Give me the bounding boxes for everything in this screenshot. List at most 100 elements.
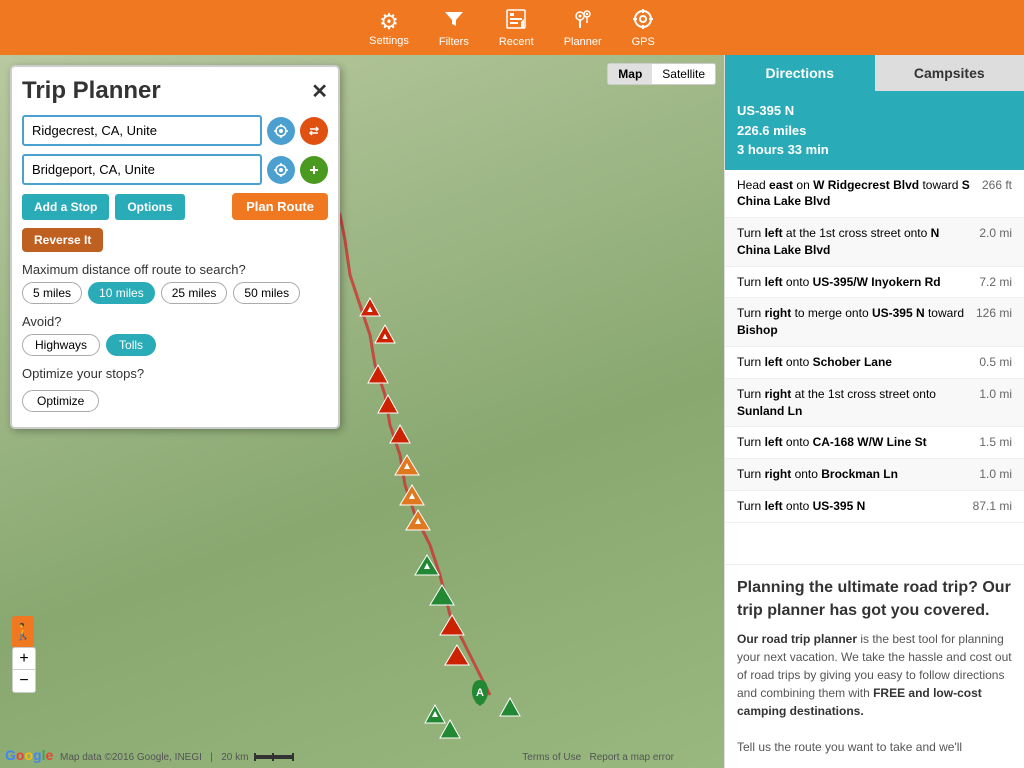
direction-text: Turn right onto Brockman Ln xyxy=(737,466,971,483)
street-view-btn[interactable]: 🚶 xyxy=(12,616,34,648)
route-distance: 226.6 miles xyxy=(737,121,1012,141)
planner-label: Planner xyxy=(564,36,602,48)
map-toggle-btn[interactable]: Map xyxy=(608,64,652,84)
dist-50mi-btn[interactable]: 50 miles xyxy=(233,282,300,304)
reverse-btn[interactable]: Reverse It xyxy=(22,228,103,252)
direction-row: Head east on W Ridgecrest Blvd toward S … xyxy=(725,170,1024,219)
tab-directions[interactable]: Directions xyxy=(725,55,875,91)
swap-origin-btn[interactable] xyxy=(300,117,328,145)
map-container: ▲ ▲ xyxy=(0,55,724,768)
zoom-in-btn[interactable]: + xyxy=(13,648,35,670)
promo-bold-1: Our road trip planner xyxy=(737,632,857,646)
svg-text:▲: ▲ xyxy=(381,331,390,341)
origin-input[interactable] xyxy=(22,115,262,146)
direction-row: Turn left onto CA-168 W/W Line St 1.5 mi xyxy=(725,427,1024,459)
avoid-buttons: Highways Tolls xyxy=(22,334,328,356)
destination-row xyxy=(22,154,328,185)
direction-distance: 1.5 mi xyxy=(979,434,1012,449)
options-btn[interactable]: Options xyxy=(115,194,184,220)
locate-origin-btn[interactable] xyxy=(267,117,295,145)
gps-label: GPS xyxy=(632,36,655,48)
dist-5mi-btn[interactable]: 5 miles xyxy=(22,282,82,304)
max-distance-label: Maximum distance off route to search? xyxy=(22,262,328,277)
trip-planner-panel: Trip Planner ✕ xyxy=(10,65,340,429)
optimize-label: Optimize your stops? xyxy=(22,366,328,381)
map-satellite-toggle: Map Satellite xyxy=(607,63,716,85)
gps-icon xyxy=(632,8,654,36)
directions-list: Head east on W Ridgecrest Blvd toward S … xyxy=(725,170,1024,565)
dist-10mi-btn[interactable]: 10 miles xyxy=(88,282,155,304)
direction-row: Turn left onto US-395/W Inyokern Rd7.2 m… xyxy=(725,267,1024,299)
distance-buttons: 5 miles 10 miles 25 miles 50 miles xyxy=(22,282,328,304)
gps-nav[interactable]: GPS xyxy=(632,8,655,48)
plan-route-btn[interactable]: Plan Route xyxy=(232,193,328,220)
marker-1: ▲ xyxy=(360,298,380,316)
recent-nav[interactable]: Recent xyxy=(499,8,534,48)
google-logo: Google xyxy=(5,747,53,763)
planner-icon xyxy=(572,8,594,36)
svg-text:A: A xyxy=(476,687,484,699)
direction-distance: 2.0 mi xyxy=(979,225,1012,240)
direction-text: Turn left onto US-395 N xyxy=(737,498,965,515)
tab-campsites[interactable]: Campsites xyxy=(875,55,1024,91)
avoid-tolls-btn[interactable]: Tolls xyxy=(106,334,156,356)
direction-row: Turn left onto Schober Lane0.5 mi xyxy=(725,347,1024,379)
route-duration: 3 hours 33 min xyxy=(737,140,1012,160)
route-summary: US-395 N 226.6 miles 3 hours 33 min xyxy=(725,91,1024,170)
direction-text: Head east on W Ridgecrest Blvd toward S … xyxy=(737,177,974,211)
destination-input[interactable] xyxy=(22,154,262,185)
dist-25mi-btn[interactable]: 25 miles xyxy=(161,282,228,304)
add-stop-btn[interactable]: Add a Stop xyxy=(22,194,109,220)
tab-bar: Directions Campsites xyxy=(725,55,1024,91)
direction-row: Turn right at the 1st cross street onto … xyxy=(725,379,1024,428)
filters-label: Filters xyxy=(439,36,469,48)
svg-text:▲: ▲ xyxy=(366,304,375,314)
promo-title: Planning the ultimate road trip? Our tri… xyxy=(737,577,1012,622)
direction-distance: 126 mi xyxy=(976,305,1012,320)
direction-distance: 266 ft xyxy=(982,177,1012,192)
report-link[interactable]: Report a map error xyxy=(590,752,674,763)
close-panel-btn[interactable]: ✕ xyxy=(311,79,328,104)
direction-text: Turn right to merge onto US-395 N toward… xyxy=(737,305,968,339)
recent-icon xyxy=(505,8,527,36)
options-section: Maximum distance off route to search? 5 … xyxy=(22,262,328,412)
zoom-controls: + − xyxy=(12,647,36,693)
direction-row: Turn left onto US-395 N 87.1 mi xyxy=(725,491,1024,523)
settings-nav[interactable]: ⚙ Settings xyxy=(369,9,409,47)
direction-distance: 0.5 mi xyxy=(979,354,1012,369)
filters-icon xyxy=(443,8,465,36)
action-buttons: Add a Stop Options Plan Route xyxy=(22,193,328,220)
right-panel: Directions Campsites US-395 N 226.6 mile… xyxy=(724,55,1024,768)
zoom-out-btn[interactable]: − xyxy=(13,670,35,692)
promo-section: Planning the ultimate road trip? Our tri… xyxy=(725,564,1024,768)
panel-title: Trip Planner xyxy=(22,77,161,105)
recent-label: Recent xyxy=(499,36,534,48)
optimize-btn[interactable]: Optimize xyxy=(22,390,99,412)
origin-row xyxy=(22,115,328,146)
planner-nav[interactable]: Planner xyxy=(564,8,602,48)
optimize-section: Optimize your stops? Optimize xyxy=(22,366,328,412)
direction-text: Turn right at the 1st cross street onto … xyxy=(737,386,971,420)
direction-text: Turn left onto US-395/W Inyokern Rd xyxy=(737,274,971,291)
direction-distance: 87.1 mi xyxy=(973,498,1012,513)
direction-row: Turn right to merge onto US-395 N toward… xyxy=(725,298,1024,347)
locate-dest-btn[interactable] xyxy=(267,156,295,184)
promo-body: Our road trip planner is the best tool f… xyxy=(737,630,1012,756)
direction-row: Turn right onto Brockman Ln 1.0 mi xyxy=(725,459,1024,491)
top-bar: ⚙ Settings Filters Recent xyxy=(0,0,1024,55)
avoid-section: Avoid? Highways Tolls xyxy=(22,314,328,356)
direction-distance: 1.0 mi xyxy=(979,466,1012,481)
filters-nav[interactable]: Filters xyxy=(439,8,469,48)
add-dest-btn[interactable] xyxy=(300,156,328,184)
direction-text: Turn left at the 1st cross street onto N… xyxy=(737,225,971,259)
direction-row: Turn left at the 1st cross street onto N… xyxy=(725,218,1024,267)
map-data-text: Map data ©2016 Google, INEGI | 20 km xyxy=(60,752,294,763)
terms-text[interactable]: Terms of Use Report a map error xyxy=(522,752,674,763)
settings-label: Settings xyxy=(369,35,409,47)
satellite-toggle-btn[interactable]: Satellite xyxy=(652,64,715,84)
avoid-label: Avoid? xyxy=(22,314,328,329)
direction-text: Turn left onto CA-168 W/W Line St xyxy=(737,434,971,451)
direction-distance: 1.0 mi xyxy=(979,386,1012,401)
avoid-highways-btn[interactable]: Highways xyxy=(22,334,100,356)
route-road: US-395 N xyxy=(737,101,1012,121)
